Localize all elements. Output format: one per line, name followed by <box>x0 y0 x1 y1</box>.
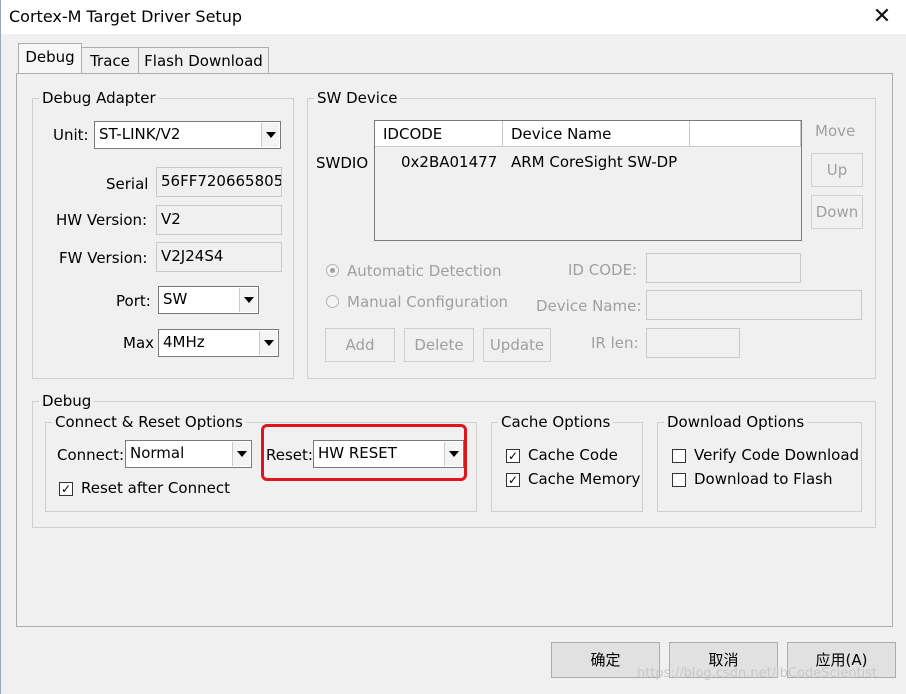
serial-field: 56FF7206658051 <box>156 167 282 197</box>
unit-select[interactable]: ST-LINK/V2 <box>94 121 281 149</box>
cache-memory-checkbox[interactable]: ✓ <box>506 473 520 487</box>
cache-code-label: Cache Code <box>528 446 618 464</box>
reset-after-connect-checkbox[interactable]: ✓ <box>59 482 73 496</box>
watermark-text: https://blog.csdn.net/lbCodeScientist <box>637 666 878 681</box>
move-up-button[interactable]: Up <box>811 153 863 187</box>
verify-code-download-checkbox[interactable] <box>672 449 686 463</box>
move-label: Move <box>815 122 856 140</box>
automatic-detection-radio[interactable] <box>326 264 339 277</box>
close-icon[interactable]: ✕ <box>869 4 895 30</box>
device-idcode: 0x2BA01477 <box>401 153 498 171</box>
column-header-empty <box>690 121 801 147</box>
sw-device-list[interactable]: IDCODE Device Name 0x2BA01477 ARM CoreSi… <box>374 120 802 241</box>
chevron-down-icon[interactable] <box>239 288 257 312</box>
tab-trace[interactable]: Trace <box>81 47 139 73</box>
update-button[interactable]: Update <box>483 328 551 362</box>
sw-device-legend: SW Device <box>317 89 398 107</box>
verify-code-download-label: Verify Code Download <box>694 446 860 464</box>
title-bar: Cortex-M Target Driver Setup ✕ <box>1 0 906 34</box>
reset-after-connect-label: Reset after Connect <box>81 479 230 497</box>
cache-options-legend: Cache Options <box>501 413 611 431</box>
tab-trace-label: Trace <box>90 52 130 70</box>
tab-flash-download-label: Flash Download <box>144 52 263 70</box>
move-down-button[interactable]: Down <box>811 195 863 229</box>
connect-label: Connect: <box>57 446 125 464</box>
dialog-window: Cortex-M Target Driver Setup ✕ Debug Tra… <box>0 0 906 694</box>
debug-adapter-legend: Debug Adapter <box>42 89 156 107</box>
hw-version-label: HW Version: <box>56 211 148 229</box>
tab-debug[interactable]: Debug <box>18 43 82 73</box>
manual-configuration-label: Manual Configuration <box>347 293 509 311</box>
max-clock-select[interactable]: 4MHz <box>158 329 279 357</box>
hw-version-field: V2 <box>156 205 282 235</box>
unit-label: Unit: <box>53 126 89 144</box>
add-button[interactable]: Add <box>325 328 395 362</box>
ir-len-label: IR len: <box>591 334 639 352</box>
tab-flash-download[interactable]: Flash Download <box>138 47 269 73</box>
delete-button[interactable]: Delete <box>404 328 474 362</box>
tab-debug-label: Debug <box>25 48 75 66</box>
automatic-detection-label: Automatic Detection <box>347 262 502 280</box>
connect-select[interactable]: Normal <box>125 440 252 468</box>
port-select-value: SW <box>163 290 188 308</box>
ir-len-input[interactable] <box>646 328 740 358</box>
column-header-idcode[interactable]: IDCODE <box>375 121 503 147</box>
window-title: Cortex-M Target Driver Setup <box>9 7 242 26</box>
port-label: Port: <box>116 292 151 310</box>
download-to-flash-label: Download to Flash <box>694 470 833 488</box>
chevron-down-icon[interactable] <box>261 123 279 147</box>
chevron-down-icon[interactable] <box>232 442 250 466</box>
max-clock-label: Max <box>123 334 155 352</box>
column-header-device-name[interactable]: Device Name <box>503 121 690 147</box>
swdio-label: SWDIO <box>316 154 369 172</box>
unit-select-value: ST-LINK/V2 <box>99 125 181 143</box>
reset-highlight-annotation <box>261 424 467 481</box>
debug-legend: Debug <box>42 392 92 410</box>
device-name-label: Device Name: <box>536 297 642 315</box>
connect-reset-legend: Connect & Reset Options <box>55 413 243 431</box>
download-options-legend: Download Options <box>667 413 805 431</box>
max-clock-select-value: 4MHz <box>163 333 205 351</box>
device-name: ARM CoreSight SW-DP <box>511 153 678 171</box>
download-to-flash-checkbox[interactable] <box>672 473 686 487</box>
connect-select-value: Normal <box>130 444 185 462</box>
id-code-input[interactable] <box>646 253 801 283</box>
cache-code-checkbox[interactable]: ✓ <box>506 449 520 463</box>
id-code-label: ID CODE: <box>568 261 638 279</box>
chevron-down-icon[interactable] <box>259 331 277 355</box>
device-name-input[interactable] <box>646 290 862 320</box>
serial-label: Serial <box>106 175 149 193</box>
cache-memory-label: Cache Memory <box>528 470 641 488</box>
manual-configuration-radio[interactable] <box>326 295 339 308</box>
port-select[interactable]: SW <box>158 286 259 314</box>
list-item[interactable]: 0x2BA01477 ARM CoreSight SW-DP <box>375 151 801 175</box>
fw-version-label: FW Version: <box>59 249 148 267</box>
fw-version-field: V2J24S4 <box>156 242 282 272</box>
